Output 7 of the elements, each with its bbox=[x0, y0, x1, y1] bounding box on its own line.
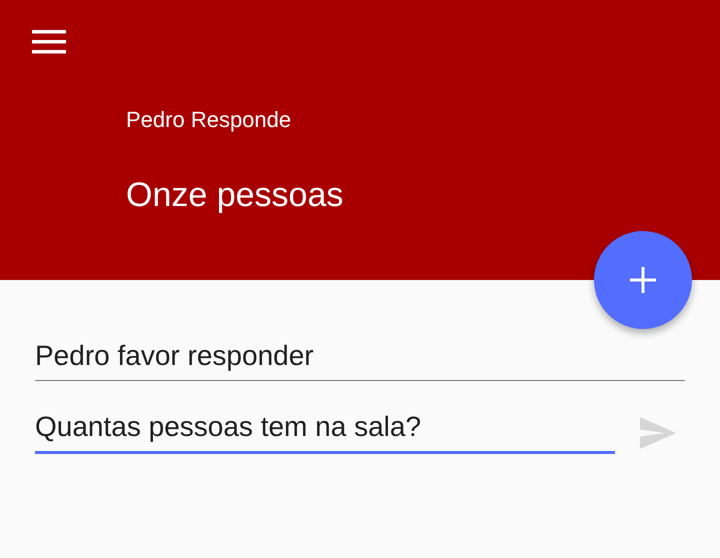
add-button[interactable] bbox=[594, 231, 692, 329]
app-title: Onze pessoas bbox=[126, 176, 344, 215]
input-field[interactable]: Quantas pessoas tem na sala? bbox=[35, 411, 615, 454]
input-field[interactable]: Pedro favor responder bbox=[35, 340, 685, 381]
plus-icon bbox=[629, 266, 657, 294]
app-subtitle: Pedro Responde bbox=[126, 107, 292, 133]
menu-icon[interactable] bbox=[32, 28, 66, 56]
